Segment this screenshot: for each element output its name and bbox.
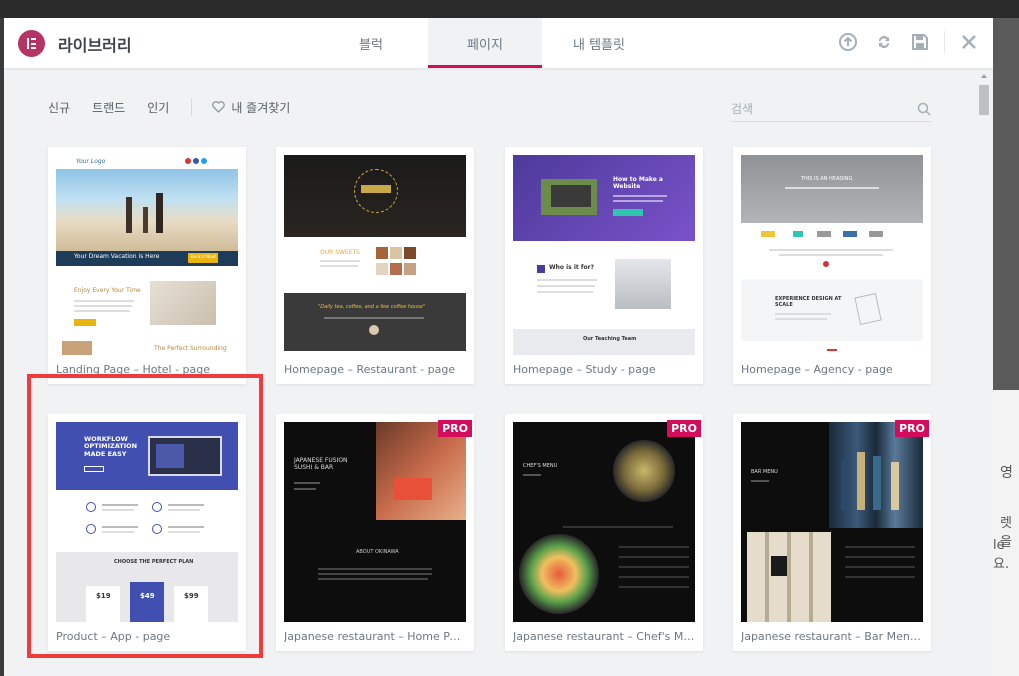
- template-library-modal: 라이브러리 블럭 페이지 내 템플릿 신규 트랜드 인기 내 즐겨찾기 검색 Y…: [4, 18, 993, 676]
- pro-badge: PRO: [667, 420, 701, 437]
- preview-text: Our Teaching Team: [583, 336, 637, 342]
- filter-divider: [191, 98, 193, 116]
- preview-text: Your Dream Vacation is Here: [74, 253, 160, 260]
- tab-pages[interactable]: 페이지: [428, 18, 542, 68]
- template-card-study[interactable]: How to Make a Website Who is it for? Our…: [505, 147, 703, 384]
- template-preview: OUR SWEETS "Daily tea, coffee, and a few…: [284, 155, 466, 355]
- template-card-product-app[interactable]: WORKFLOW OPTIMIZATION MADE EASY CHOOSE T…: [48, 414, 246, 651]
- template-preview: CHEF'S MENU: [513, 422, 695, 622]
- heart-icon: [212, 101, 226, 113]
- preview-text: Book it Now!: [191, 254, 217, 259]
- preview-text: How to Make a Website: [613, 176, 663, 190]
- filter-favorites[interactable]: 내 즐겨찾기: [212, 99, 290, 116]
- preview-text: WORKFLOW OPTIMIZATION MADE EASY: [84, 435, 138, 458]
- preview-text: The Perfect Surrounding: [154, 345, 227, 352]
- pro-badge: PRO: [438, 420, 472, 437]
- template-card-japanese-home[interactable]: JAPANESE FUSION SUSHI & BAR ABOUT OKINAW…: [276, 414, 474, 651]
- filter-new[interactable]: 신규: [48, 99, 70, 116]
- preview-text: $19: [96, 592, 111, 600]
- template-preview: JAPANESE FUSION SUSHI & BAR ABOUT OKINAW…: [284, 422, 466, 622]
- header-actions: [836, 30, 981, 54]
- template-caption: Japanese restaurant – Bar Menu - page: [741, 630, 923, 643]
- sync-icon[interactable]: [872, 30, 896, 54]
- tab-my-templates[interactable]: 내 템플릿: [542, 18, 656, 68]
- pro-badge: PRO: [895, 420, 929, 437]
- template-preview: THIS IS AN HEADING EXPERIENCE DESIGN AT …: [741, 155, 923, 355]
- search-box: [731, 96, 931, 122]
- preview-text: CHEF'S MENU: [523, 463, 558, 469]
- library-tabs: 블럭 페이지 내 템플릿: [314, 18, 656, 68]
- template-preview: Your Logo Your Dream Vacation is Here Bo…: [56, 155, 238, 355]
- upload-icon[interactable]: [836, 30, 860, 54]
- template-caption: Japanese restaurant – Chef's Menu: [513, 630, 695, 643]
- elementor-logo-icon: [18, 30, 45, 57]
- preview-text: JAPANESE FUSION SUSHI & BAR: [294, 457, 348, 471]
- template-caption: Landing Page – Hotel - page: [56, 363, 211, 376]
- save-icon[interactable]: [908, 30, 932, 54]
- background-text: le 요.: [993, 538, 1010, 572]
- preview-text: ABOUT OKINAWA: [356, 549, 399, 555]
- preview-text: Enjoy Every Your Time: [74, 287, 141, 294]
- scroll-thumb[interactable]: [979, 85, 989, 115]
- header-divider: [944, 31, 945, 53]
- template-preview: How to Make a Website Who is it for? Our…: [513, 155, 695, 355]
- preview-text: $99: [184, 592, 199, 600]
- template-caption: Homepage – Study - page: [513, 363, 656, 376]
- close-icon[interactable]: [957, 30, 981, 54]
- background-page-top: [0, 0, 1019, 18]
- tab-blocks[interactable]: 블럭: [314, 18, 428, 68]
- preview-text: "Daily tea, coffee, and a few coffee hou…: [318, 304, 426, 310]
- template-preview: BAR MENU: [741, 422, 923, 622]
- library-header: 라이브러리 블럭 페이지 내 템플릿: [4, 18, 993, 68]
- template-card-japanese-chefs-menu[interactable]: CHEF'S MENU PRO Japanese restaurant – Ch…: [505, 414, 703, 651]
- search-icon[interactable]: [917, 102, 931, 116]
- template-card-japanese-bar-menu[interactable]: BAR MENU PRO Japanese restaurant – Bar M…: [733, 414, 931, 651]
- preview-text: EXPERIENCE DESIGN AT SCALE: [775, 296, 842, 308]
- template-preview: WORKFLOW OPTIMIZATION MADE EASY CHOOSE T…: [56, 422, 238, 622]
- template-card-agency[interactable]: THIS IS AN HEADING EXPERIENCE DESIGN AT …: [733, 147, 931, 384]
- template-caption: Japanese restaurant – Home Page: [284, 630, 466, 643]
- background-text: 영: [1000, 465, 1013, 481]
- preview-text: Your Logo: [76, 158, 106, 165]
- preview-text: THIS IS AN HEADING: [801, 176, 853, 182]
- preview-text: OUR SWEETS: [320, 249, 360, 256]
- template-card-hotel[interactable]: Your Logo Your Dream Vacation is Here Bo…: [48, 147, 246, 384]
- library-title: 라이브러리: [58, 36, 132, 55]
- template-caption: Homepage – Agency - page: [741, 363, 893, 376]
- scroll-up-arrow-icon[interactable]: [981, 74, 987, 78]
- template-filters: 신규 트랜드 인기 내 즐겨찾기: [48, 98, 290, 116]
- template-card-restaurant[interactable]: OUR SWEETS "Daily tea, coffee, and a few…: [276, 147, 474, 384]
- favorites-label: 내 즐겨찾기: [231, 100, 291, 115]
- template-caption: Homepage – Restaurant - page: [284, 363, 456, 376]
- preview-text: CHOOSE THE PERFECT PLAN: [114, 559, 194, 565]
- scrollbar[interactable]: [977, 70, 991, 676]
- filter-trend[interactable]: 트랜드: [92, 99, 125, 116]
- preview-text: $49: [140, 592, 155, 600]
- search-input[interactable]: [731, 101, 901, 116]
- preview-text: BAR MENU: [751, 469, 778, 475]
- template-caption: Product – App - page: [56, 630, 171, 643]
- filter-popular[interactable]: 인기: [147, 99, 169, 116]
- preview-text: Who is it for?: [549, 264, 595, 271]
